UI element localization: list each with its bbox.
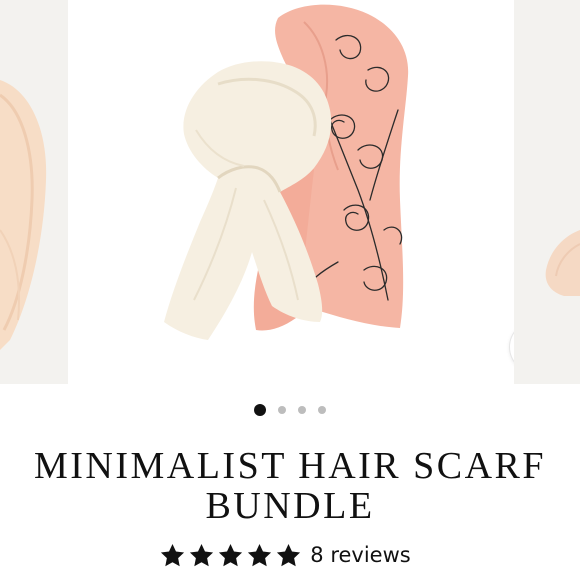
product-rating: 8 reviews: [0, 540, 580, 570]
product-image-carousel[interactable]: [0, 0, 580, 384]
pagination-dot-2[interactable]: [278, 406, 286, 414]
star-icon: [277, 543, 301, 566]
scarf-image-partial: [514, 0, 580, 384]
next-slide-peek[interactable]: [514, 0, 580, 384]
pagination-dot-1[interactable]: [254, 404, 266, 416]
reviews-link[interactable]: 8 reviews: [310, 543, 410, 567]
scarf-bundle-image: [164, 4, 409, 340]
carousel-pagination: [0, 404, 580, 416]
star-icon: [248, 543, 272, 566]
main-product-image[interactable]: [68, 0, 514, 384]
star-rating: [159, 542, 302, 569]
previous-slide-peek[interactable]: [0, 0, 68, 384]
scarf-image-partial: [0, 0, 68, 384]
star-icon: [161, 543, 185, 566]
product-title: MINIMALIST HAIR SCARF BUNDLE: [33, 445, 547, 527]
pagination-dot-4[interactable]: [318, 406, 326, 414]
star-icon: [219, 543, 243, 566]
star-icon: [190, 543, 214, 566]
pagination-dot-3[interactable]: [298, 406, 306, 414]
